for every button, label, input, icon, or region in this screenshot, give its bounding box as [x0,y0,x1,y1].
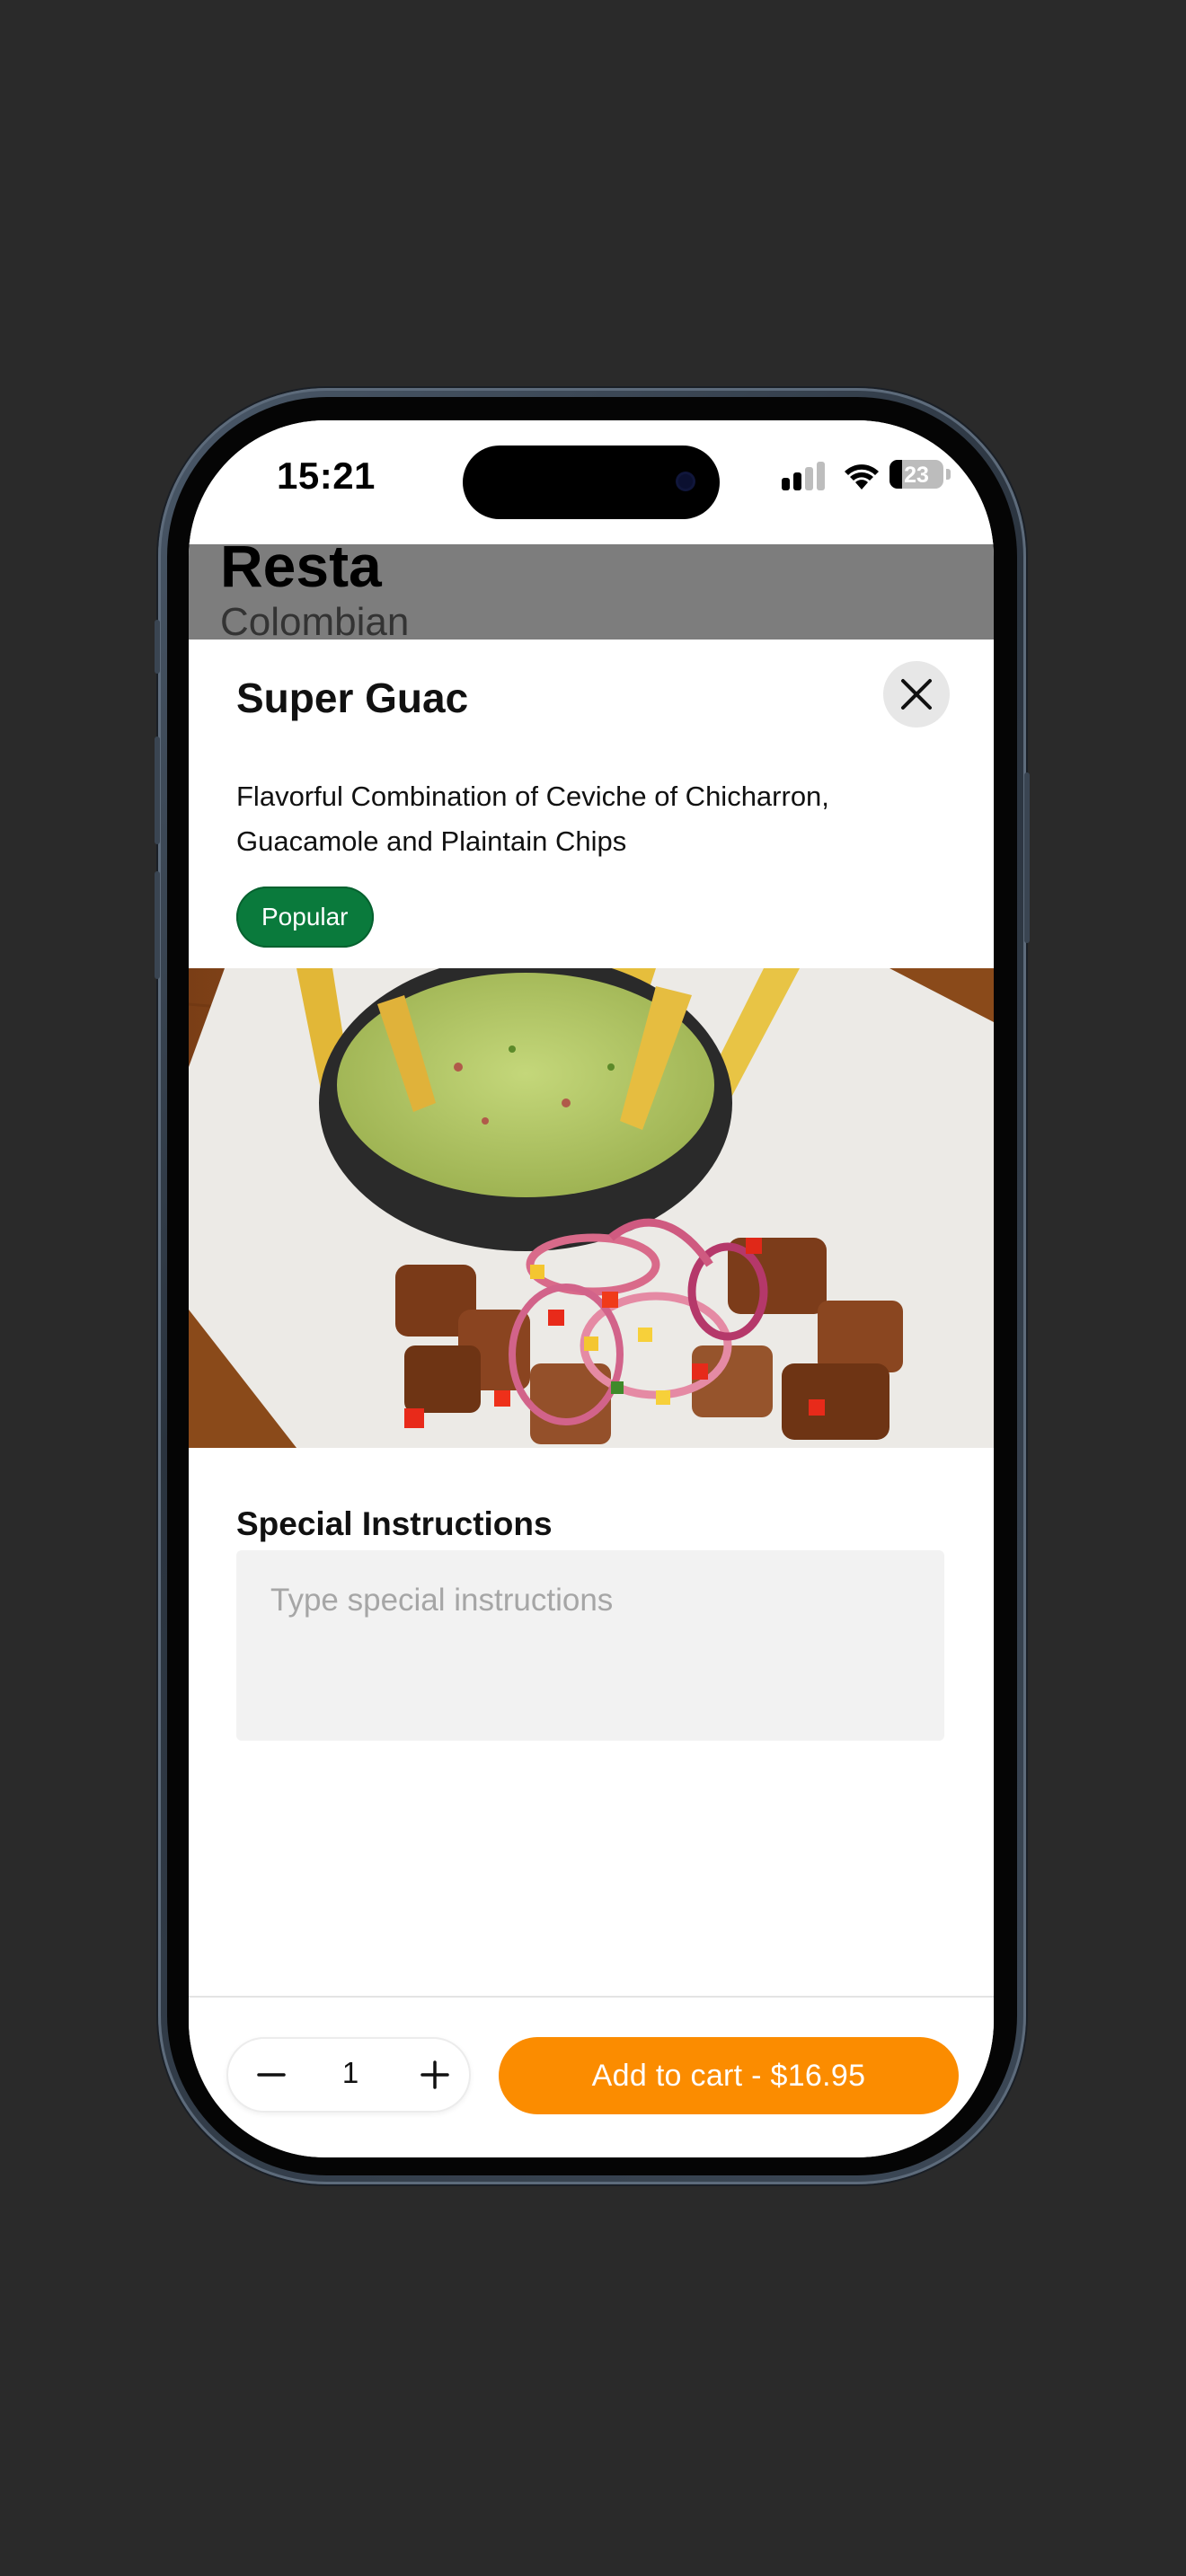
close-button[interactable] [883,661,950,728]
signal-icon [782,462,827,490]
wifi-icon [845,464,879,490]
item-description: Flavorful Combination of Ceviche of Chic… [236,781,829,857]
action-button [155,620,160,674]
volume-down-button [155,871,160,979]
food-photo [189,968,994,1448]
footer-divider [189,1996,994,1998]
plus-icon[interactable] [415,2055,455,2095]
status-time: 15:21 [277,454,376,497]
battery-icon: 23 [890,460,943,489]
restaurant-name: Resta [220,544,382,599]
minus-icon[interactable] [252,2055,291,2095]
battery-cap [946,469,951,480]
camera-icon [678,474,693,489]
battery-level: 23 [904,463,929,488]
power-button [1024,772,1030,943]
phone-screen: 15:21 23 Resta Colombian Super Guac Flav… [189,420,994,2157]
add-to-cart-button[interactable]: Add to cart - $16.95 [499,2037,959,2114]
status-bar: 15:21 23 [189,420,994,544]
dynamic-island [463,446,720,519]
close-icon [901,679,932,710]
quantity-stepper[interactable]: 1 [226,2037,471,2113]
restaurant-cuisine: Colombian [220,600,410,640]
volume-up-button [155,737,160,844]
item-title: Super Guac [236,675,469,721]
item-detail-sheet: Super Guac Flavorful Combination of Cevi… [189,640,994,2157]
special-instructions-title: Special Instructions [236,1505,553,1542]
quantity-value: 1 [341,2056,359,2089]
popular-badge: Popular [236,887,374,948]
special-instructions-input[interactable] [236,1550,944,1741]
restaurant-header-backdrop: Resta Colombian [189,544,994,640]
